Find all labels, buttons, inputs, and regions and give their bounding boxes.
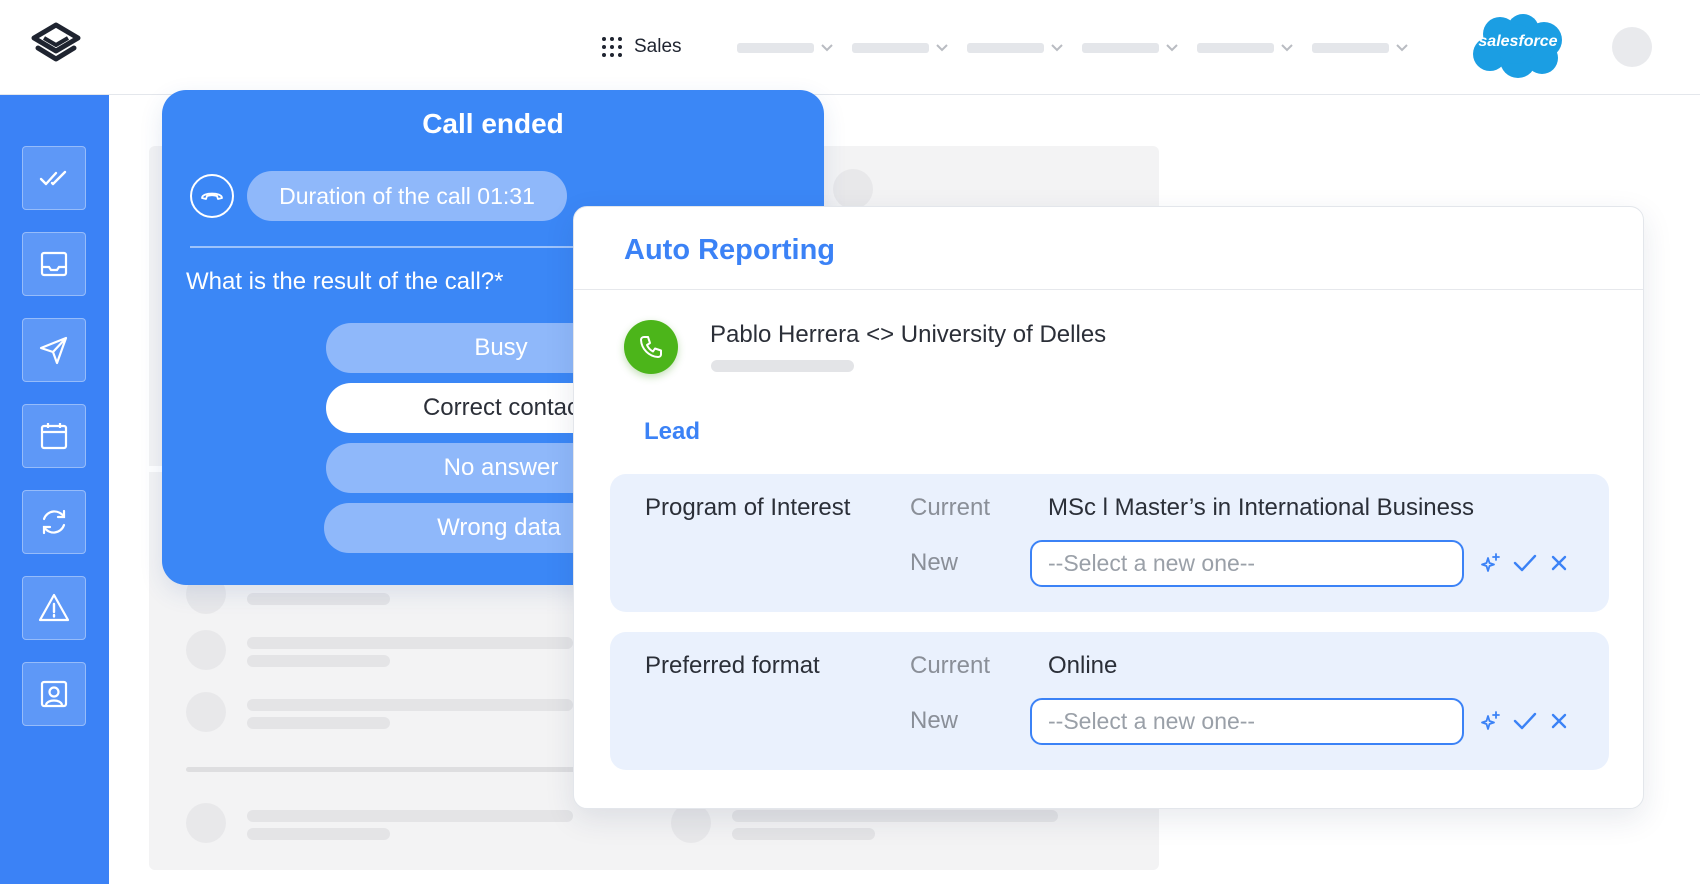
- auto-reporting-card: Auto Reporting Pablo Herrera <> Universi…: [573, 206, 1644, 809]
- placeholder-line: [247, 593, 390, 605]
- sidebar-item-alerts[interactable]: [22, 576, 86, 640]
- placeholder-line: [247, 810, 573, 822]
- field-label: Preferred format: [645, 652, 820, 679]
- placeholder-line: [247, 828, 390, 840]
- app-root: Sales salesforce Call ended Duration of …: [0, 0, 1700, 884]
- chevron-down-icon: [1396, 44, 1408, 52]
- chevron-down-icon: [821, 44, 833, 52]
- phone-icon: [640, 336, 662, 358]
- nav-placeholder: [1082, 43, 1159, 53]
- nav-menu-item[interactable]: [737, 43, 834, 53]
- field-program-of-interest: Program of Interest Current MSc l Master…: [610, 474, 1609, 612]
- current-label: Current: [910, 494, 991, 521]
- placeholder-line: [247, 717, 390, 729]
- field-label: Program of Interest: [645, 494, 851, 521]
- new-label: New: [910, 549, 959, 576]
- nav-placeholder: [967, 43, 1044, 53]
- accept-icon[interactable]: [1512, 708, 1538, 734]
- phone-hangup-icon: [201, 192, 223, 200]
- nav-placeholder: [1312, 43, 1389, 53]
- warning-icon: [38, 593, 70, 622]
- placeholder-line: [247, 655, 390, 667]
- new-value-select[interactable]: --Select a new one--: [1030, 698, 1464, 745]
- current-label: Current: [910, 652, 991, 679]
- call-card-title: Call ended: [422, 108, 564, 139]
- nav-placeholder: [852, 43, 929, 53]
- chevron-down-icon: [936, 44, 948, 52]
- sync-icon: [42, 509, 66, 535]
- send-icon: [39, 336, 68, 365]
- reject-icon[interactable]: [1546, 550, 1572, 576]
- sidebar-item-calendar[interactable]: [22, 404, 86, 468]
- ai-suggest-icon[interactable]: [1478, 550, 1504, 576]
- reject-icon[interactable]: [1546, 708, 1572, 734]
- auto-reporting-title: Auto Reporting: [624, 234, 836, 266]
- grid-icon: [602, 37, 622, 57]
- app-launcher[interactable]: Sales: [602, 36, 682, 58]
- nav-menu-item[interactable]: [1197, 43, 1294, 53]
- sidebar-item-sync[interactable]: [22, 490, 86, 554]
- call-badge: [624, 320, 678, 374]
- nav-menu-item[interactable]: [967, 43, 1064, 53]
- nav-placeholder: [1197, 43, 1274, 53]
- current-value: Online: [1048, 652, 1118, 679]
- placeholder-avatar: [186, 803, 226, 843]
- sidebar-item-send[interactable]: [22, 318, 86, 382]
- nav-menu-item[interactable]: [1082, 43, 1179, 53]
- call-duration-pill: Duration of the call 01:31: [247, 171, 567, 221]
- accept-icon[interactable]: [1512, 550, 1538, 576]
- hang-up-button[interactable]: [190, 174, 234, 218]
- section-label-lead: Lead: [644, 418, 701, 445]
- calendar-icon: [40, 423, 68, 450]
- field-preferred-format: Preferred format Current Online New --Se…: [610, 632, 1609, 770]
- app-launcher-label: Sales: [634, 36, 682, 57]
- ai-suggest-icon[interactable]: [1478, 708, 1504, 734]
- placeholder-avatar: [186, 692, 226, 732]
- new-value-select[interactable]: --Select a new one--: [1030, 540, 1464, 587]
- call-result-question: What is the result of the call?*: [186, 268, 504, 295]
- chevron-down-icon: [1281, 44, 1293, 52]
- sidebar-item-contacts[interactable]: [22, 662, 86, 726]
- sidebar: [0, 95, 109, 884]
- placeholder-line: [732, 828, 875, 840]
- placeholder-avatar: [833, 169, 873, 209]
- current-value: MSc l Master’s in International Business: [1048, 494, 1474, 521]
- placeholder-divider: [186, 767, 606, 772]
- field-actions: [1478, 708, 1572, 734]
- contact-card-icon: [40, 680, 68, 708]
- salesforce-logo-text: salesforce: [1478, 33, 1558, 50]
- inbox-icon: [40, 251, 68, 277]
- app-logo[interactable]: [28, 22, 84, 70]
- top-bar: Sales salesforce: [0, 0, 1700, 95]
- double-check-icon: [39, 170, 67, 186]
- nav-menu-item[interactable]: [852, 43, 949, 53]
- new-label: New: [910, 707, 959, 734]
- nav-placeholder: [737, 43, 814, 53]
- nav-menu: [737, 43, 1409, 53]
- contact-name: Pablo Herrera <> University of Delles: [710, 321, 1107, 348]
- field-actions: [1478, 550, 1572, 576]
- placeholder-avatar: [186, 630, 226, 670]
- divider: [574, 289, 1643, 290]
- placeholder-line: [247, 637, 573, 649]
- chevron-down-icon: [1166, 44, 1178, 52]
- placeholder-avatar: [671, 803, 711, 843]
- placeholder-line: [711, 360, 854, 372]
- nav-menu-item[interactable]: [1312, 43, 1409, 53]
- chevron-down-icon: [1051, 44, 1063, 52]
- user-avatar[interactable]: [1612, 27, 1652, 67]
- placeholder-line: [247, 699, 573, 711]
- sidebar-item-tasks[interactable]: [22, 146, 86, 210]
- sidebar-item-inbox[interactable]: [22, 232, 86, 296]
- placeholder-line: [732, 810, 1058, 822]
